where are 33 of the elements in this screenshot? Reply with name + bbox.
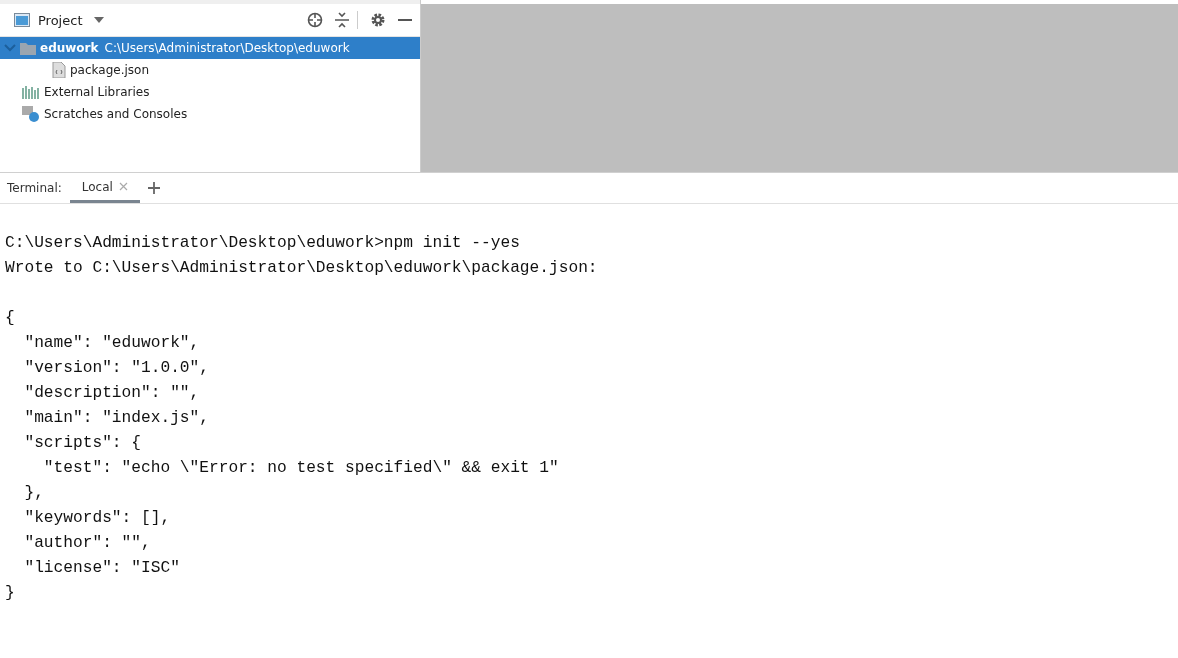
minimize-icon[interactable] [398, 18, 412, 22]
terminal-line: "author": "", [23, 533, 152, 554]
folder-icon [20, 41, 36, 55]
terminal-line: "version": "1.0.0", [23, 358, 210, 379]
locate-icon[interactable] [307, 12, 323, 28]
folder-path: C:\Users\Administrator\Desktop\eduwork [104, 41, 350, 55]
panel-icon [14, 13, 30, 27]
libraries-icon [22, 85, 40, 99]
panel-title[interactable]: Project [38, 12, 83, 28]
tree-item[interactable]: Scratches and Consoles [44, 107, 188, 121]
add-tab-icon[interactable] [147, 182, 160, 194]
json-file-icon [52, 62, 66, 78]
dropdown-caret-icon[interactable] [94, 17, 105, 23]
tree-item[interactable]: package.json [70, 63, 149, 77]
terminal-line: } [5, 583, 16, 604]
terminal-line: C:\Users\Administrator\Desktop\eduwork>npm init --yes [5, 233, 521, 254]
terminal-tab[interactable]: Local [69, 173, 140, 203]
settings-icon[interactable] [370, 12, 386, 28]
terminal-line: "license": "ISC" [23, 558, 181, 579]
terminal-line: "keywords": [], [23, 508, 172, 529]
terminal-line: { [5, 308, 16, 329]
collapse-all-icon[interactable] [335, 12, 349, 28]
terminal-line: "test": "echo \"Error: no test specified\" && exit 1" [42, 458, 560, 479]
terminal-label: Terminal: [7, 181, 62, 195]
terminal-line: "main": "index.js", [23, 408, 210, 429]
terminal-line: Wrote to C:\Users\Administrator\Desktop\eduwork\package.json: [5, 258, 599, 279]
terminal-line: "name": "eduwork", [23, 333, 201, 354]
scratches-icon [22, 106, 40, 122]
tree-item[interactable]: eduwork [40, 41, 99, 55]
tree-item[interactable]: External Libraries [44, 85, 150, 99]
terminal-line: "scripts": { [23, 433, 142, 454]
terminal-line: "description": "", [23, 383, 201, 404]
terminal-line: }, [23, 483, 45, 504]
